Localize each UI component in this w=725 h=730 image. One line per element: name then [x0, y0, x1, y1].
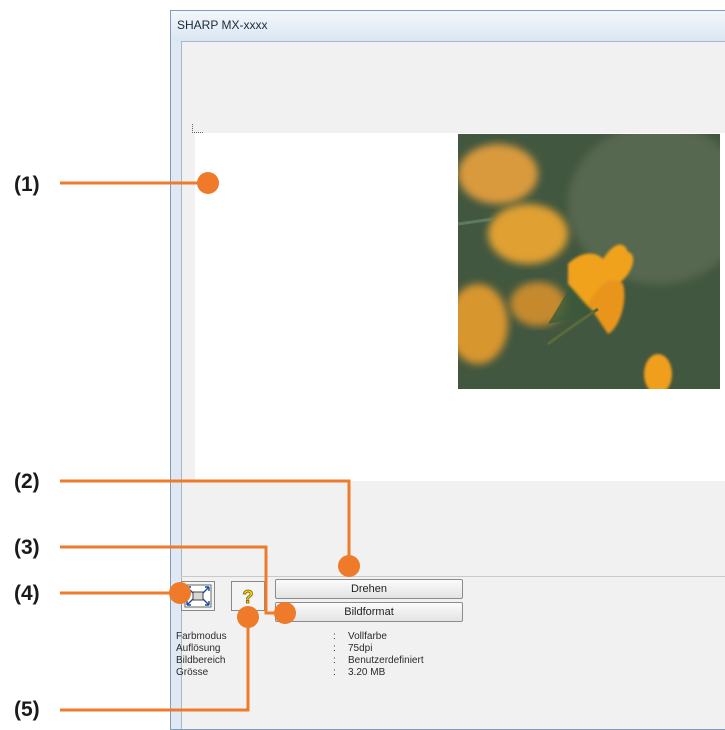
image-size-button[interactable]: Bildformat: [275, 602, 463, 622]
callout-label-1: (1): [14, 173, 40, 196]
window-title: SHARP MX-xxxx: [177, 18, 268, 32]
info-value: 75dpi: [348, 643, 373, 654]
preview-window: SHARP MX-xxxx ? Drehen Bildformat Farbmo…: [170, 10, 725, 730]
control-divider: [181, 576, 725, 577]
info-separator: :: [333, 643, 336, 654]
callout-label-5: (5): [14, 698, 40, 721]
info-separator: :: [333, 667, 336, 678]
preview-image: [458, 134, 720, 389]
title-bar: SHARP MX-xxxx: [171, 11, 725, 41]
svg-text:?: ?: [243, 587, 254, 607]
info-label: Auflösung: [176, 643, 221, 654]
info-separator: :: [333, 655, 336, 666]
zoom-button[interactable]: [181, 581, 215, 611]
callout-label-3: (3): [14, 536, 40, 559]
info-value: Benutzerdefiniert: [348, 655, 424, 666]
zoom-icon: [184, 584, 212, 608]
info-separator: :: [333, 631, 336, 642]
info-label: Bildbereich: [176, 655, 226, 666]
help-button[interactable]: ?: [231, 581, 265, 611]
help-icon: ?: [242, 587, 254, 608]
flower-image: [458, 134, 720, 389]
info-label: Grösse: [176, 667, 209, 678]
info-value: Vollfarbe: [348, 631, 387, 642]
info-value: 3.20 MB: [348, 667, 386, 678]
callout-label-2: (2): [14, 470, 40, 493]
callout-label-4: (4): [14, 582, 40, 605]
rotate-button[interactable]: Drehen: [275, 579, 463, 599]
info-label: Farbmodus: [176, 631, 227, 642]
corner-marker-icon: [192, 124, 203, 133]
